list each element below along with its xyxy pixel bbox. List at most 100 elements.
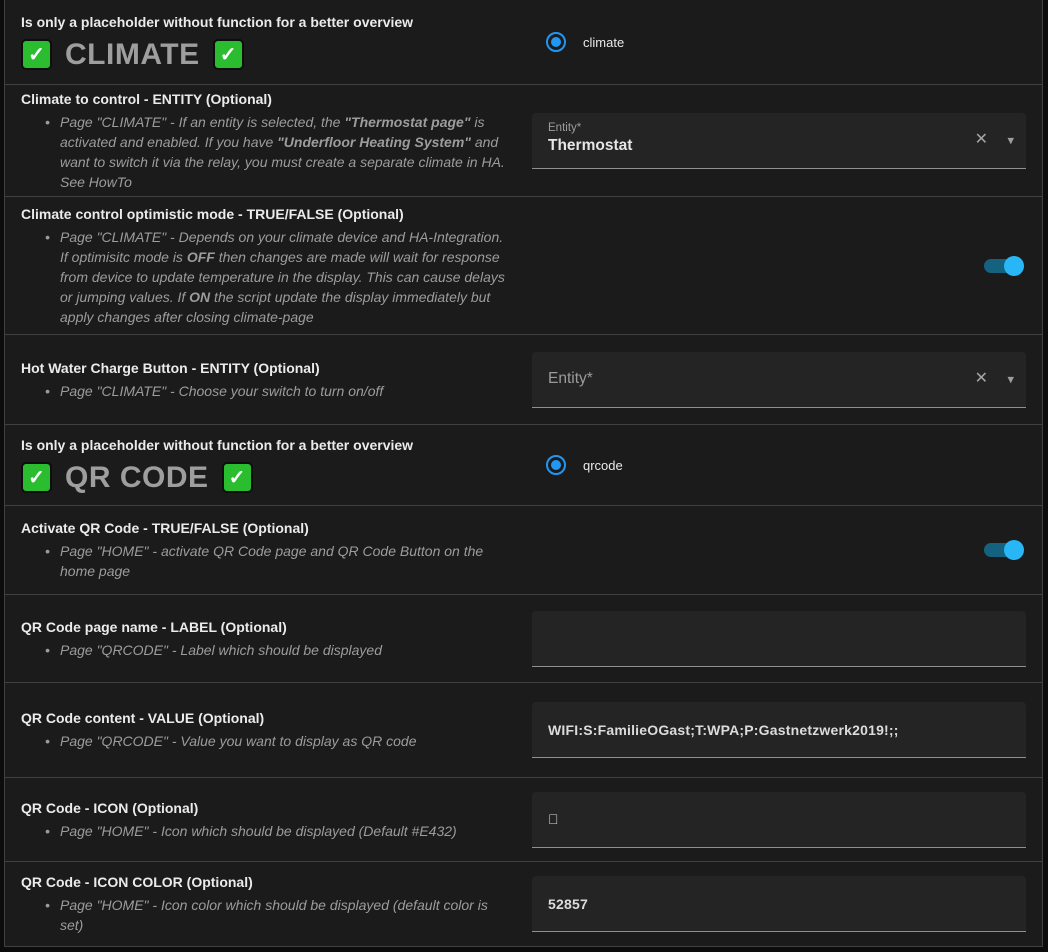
select-placeholder-label: Entity*	[548, 370, 593, 388]
check-icon	[222, 462, 253, 493]
section-heading: QR CODE	[21, 460, 517, 495]
bullet-text: Page "HOME" - activate QR Code page and …	[60, 541, 508, 581]
radio-dot	[551, 460, 561, 470]
field-control-cell	[517, 256, 1042, 276]
bullet-dot	[45, 731, 51, 751]
field-description-block: QR Code page name - LABEL (Optional) Pag…	[5, 618, 517, 660]
bullet-dot	[45, 227, 51, 327]
field-control-cell: Entity*	[517, 352, 1042, 408]
field-title: Activate QR Code - TRUE/FALSE (Optional)	[21, 519, 517, 537]
field-description: Page "CLIMATE" - If an entity is selecte…	[21, 112, 517, 192]
bullet-text: Page "HOME" - Icon which should be displ…	[60, 821, 457, 841]
section-heading-text: CLIMATE	[65, 37, 200, 72]
field-title: QR Code - ICON (Optional)	[21, 799, 517, 817]
config-field-row: QR Code content - VALUE (Optional) Page …	[5, 682, 1042, 777]
config-field-row: QR Code - ICON COLOR (Optional) Page "HO…	[5, 861, 1042, 946]
section-header-row: Is only a placeholder without function f…	[5, 424, 1042, 505]
bullet-item: Page "CLIMATE" - If an entity is selecte…	[21, 112, 517, 192]
field-title: QR Code content - VALUE (Optional)	[21, 709, 517, 727]
field-title: Hot Water Charge Button - ENTITY (Option…	[21, 359, 517, 377]
text-input-box[interactable]	[532, 702, 1026, 758]
section-radio[interactable]: climate	[546, 32, 624, 52]
section-header-right: qrcode	[517, 455, 1042, 475]
field-title: QR Code page name - LABEL (Optional)	[21, 618, 517, 636]
text-input[interactable]	[532, 792, 1026, 847]
field-description-block: Climate to control - ENTITY (Optional) P…	[5, 90, 517, 192]
text-input-box[interactable]	[532, 792, 1026, 848]
field-title: Climate control optimistic mode - TRUE/F…	[21, 205, 517, 223]
field-description-block: Climate control optimistic mode - TRUE/F…	[5, 205, 517, 327]
entity-select[interactable]: Entity*	[532, 352, 1026, 408]
section-header-left: Is only a placeholder without function f…	[5, 13, 517, 72]
field-description: Page "HOME" - activate QR Code page and …	[21, 541, 517, 581]
bullet-item: Page "HOME" - Icon which should be displ…	[21, 821, 517, 841]
bullet-item: Page "HOME" - Icon color which should be…	[21, 895, 517, 935]
bullet-text: Page "CLIMATE" - Depends on your climate…	[60, 227, 508, 327]
field-control-cell	[517, 611, 1042, 667]
toggle-switch[interactable]	[984, 540, 1024, 560]
field-title: Climate to control - ENTITY (Optional)	[21, 90, 517, 108]
config-field-row: Climate control optimistic mode - TRUE/F…	[5, 196, 1042, 334]
field-control-cell	[517, 792, 1042, 848]
config-field-row: QR Code - ICON (Optional) Page "HOME" - …	[5, 777, 1042, 861]
field-description: Page "QRCODE" - Label which should be di…	[21, 640, 517, 660]
bullet-text: Page "CLIMATE" - If an entity is selecte…	[60, 112, 508, 192]
toggle-knob	[1004, 540, 1024, 560]
field-description: Page "HOME" - Icon color which should be…	[21, 895, 517, 935]
clear-icon[interactable]	[975, 371, 988, 387]
text-input[interactable]	[532, 611, 1026, 666]
toggle-switch[interactable]	[984, 256, 1024, 276]
field-description-block: Hot Water Charge Button - ENTITY (Option…	[5, 359, 517, 401]
bullet-dot	[45, 112, 51, 192]
field-control-cell	[517, 876, 1042, 932]
radio-label: qrcode	[583, 458, 623, 473]
radio-label: climate	[583, 35, 624, 50]
bullet-dot	[45, 381, 51, 401]
section-header-left: Is only a placeholder without function f…	[5, 436, 517, 495]
blueprint-config-card: Is only a placeholder without function f…	[4, 0, 1043, 947]
section-heading-text: QR CODE	[65, 460, 209, 495]
chevron-down-icon[interactable]	[1007, 134, 1014, 147]
bullet-dot	[45, 895, 51, 935]
bullet-dot	[45, 541, 51, 581]
radio-dot	[551, 37, 561, 47]
entity-select[interactable]: Entity* Thermostat	[532, 113, 1026, 169]
bullet-item: Page "QRCODE" - Value you want to displa…	[21, 731, 517, 751]
bullet-item: Page "HOME" - activate QR Code page and …	[21, 541, 517, 581]
text-input[interactable]	[532, 876, 1026, 931]
bullet-item: Page "CLIMATE" - Depends on your climate…	[21, 227, 517, 327]
radio-button-icon[interactable]	[546, 32, 566, 52]
clear-icon[interactable]	[975, 132, 988, 148]
select-value: Thermostat	[548, 137, 632, 155]
section-radio[interactable]: qrcode	[546, 455, 623, 475]
section-subtitle: Is only a placeholder without function f…	[21, 436, 517, 454]
field-control-cell: Entity* Thermostat	[517, 113, 1042, 169]
field-description-block: QR Code - ICON (Optional) Page "HOME" - …	[5, 799, 517, 841]
bullet-item: Page "CLIMATE" - Choose your switch to t…	[21, 381, 517, 401]
config-field-row: QR Code page name - LABEL (Optional) Pag…	[5, 594, 1042, 682]
field-description: Page "CLIMATE" - Choose your switch to t…	[21, 381, 517, 401]
bullet-dot	[45, 821, 51, 841]
toggle-knob	[1004, 256, 1024, 276]
text-input-box[interactable]	[532, 611, 1026, 667]
field-description: Page "HOME" - Icon which should be displ…	[21, 821, 517, 841]
radio-button-icon[interactable]	[546, 455, 566, 475]
config-field-row: Climate to control - ENTITY (Optional) P…	[5, 84, 1042, 196]
field-control-cell	[517, 702, 1042, 758]
field-description-block: QR Code - ICON COLOR (Optional) Page "HO…	[5, 873, 517, 935]
check-icon	[213, 39, 244, 70]
field-title: QR Code - ICON COLOR (Optional)	[21, 873, 517, 891]
text-input-box[interactable]	[532, 876, 1026, 932]
select-label: Entity*	[548, 122, 581, 134]
section-heading: CLIMATE	[21, 37, 517, 72]
field-description: Page "QRCODE" - Value you want to displa…	[21, 731, 517, 751]
text-input[interactable]	[532, 702, 1026, 757]
chevron-down-icon[interactable]	[1007, 373, 1014, 386]
field-description-block: Activate QR Code - TRUE/FALSE (Optional)…	[5, 519, 517, 581]
bullet-item: Page "QRCODE" - Label which should be di…	[21, 640, 517, 660]
bullet-dot	[45, 640, 51, 660]
bullet-text: Page "QRCODE" - Value you want to displa…	[60, 731, 416, 751]
section-header-row: Is only a placeholder without function f…	[5, 0, 1042, 84]
bullet-text: Page "QRCODE" - Label which should be di…	[60, 640, 382, 660]
section-header-right: climate	[517, 32, 1042, 52]
